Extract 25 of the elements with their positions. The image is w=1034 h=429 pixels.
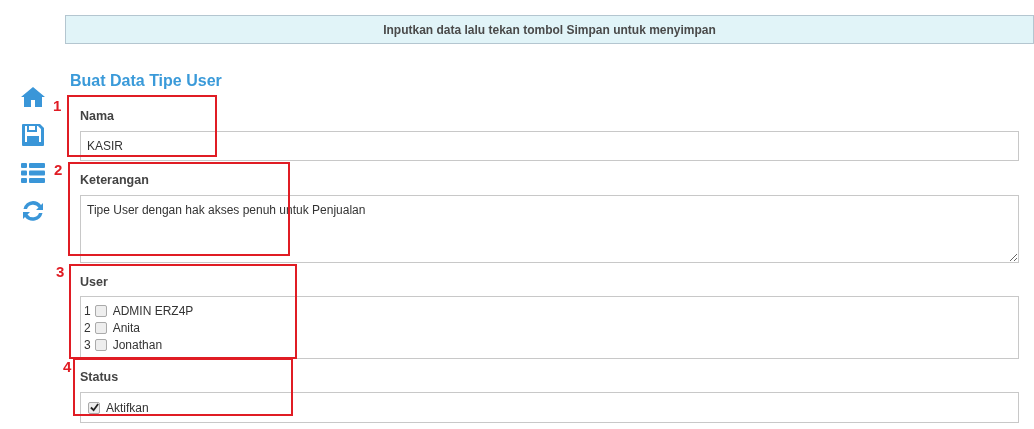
home-icon[interactable] (19, 84, 46, 110)
checkbox[interactable] (88, 401, 100, 414)
checkbox-label[interactable]: Aktifkan (106, 398, 149, 417)
page-title: Buat Data Tipe User (70, 71, 223, 91)
callout-number: 1 (53, 96, 62, 116)
checkbox-label[interactable]: ADMIN ERZ4P (112, 301, 194, 320)
row-number: 1 (84, 302, 91, 320)
callout-number: 3 (56, 261, 65, 282)
checkbox-label[interactable]: Anita (112, 318, 141, 337)
field-label: Status (80, 369, 120, 387)
row-number: 2 (84, 319, 91, 337)
checkbox[interactable] (94, 304, 107, 317)
save-icon[interactable] (19, 122, 46, 148)
field-label: User (80, 273, 109, 291)
checkbox[interactable] (94, 338, 107, 351)
info-message: Inputkan data lalu tekan tombol Simpan untuk menyimpan (383, 21, 716, 39)
name-field[interactable]: KASIR (80, 130, 1019, 161)
field-label: Keterangan (80, 171, 150, 189)
callout-number: 2 (54, 159, 63, 180)
callout-number: 4 (63, 357, 72, 378)
list-icon[interactable] (19, 160, 46, 186)
field-label: Nama (80, 108, 116, 125)
checkbox-label[interactable]: Jonathan (112, 335, 163, 354)
row-number: 3 (84, 336, 91, 354)
checkbox[interactable] (94, 321, 107, 334)
